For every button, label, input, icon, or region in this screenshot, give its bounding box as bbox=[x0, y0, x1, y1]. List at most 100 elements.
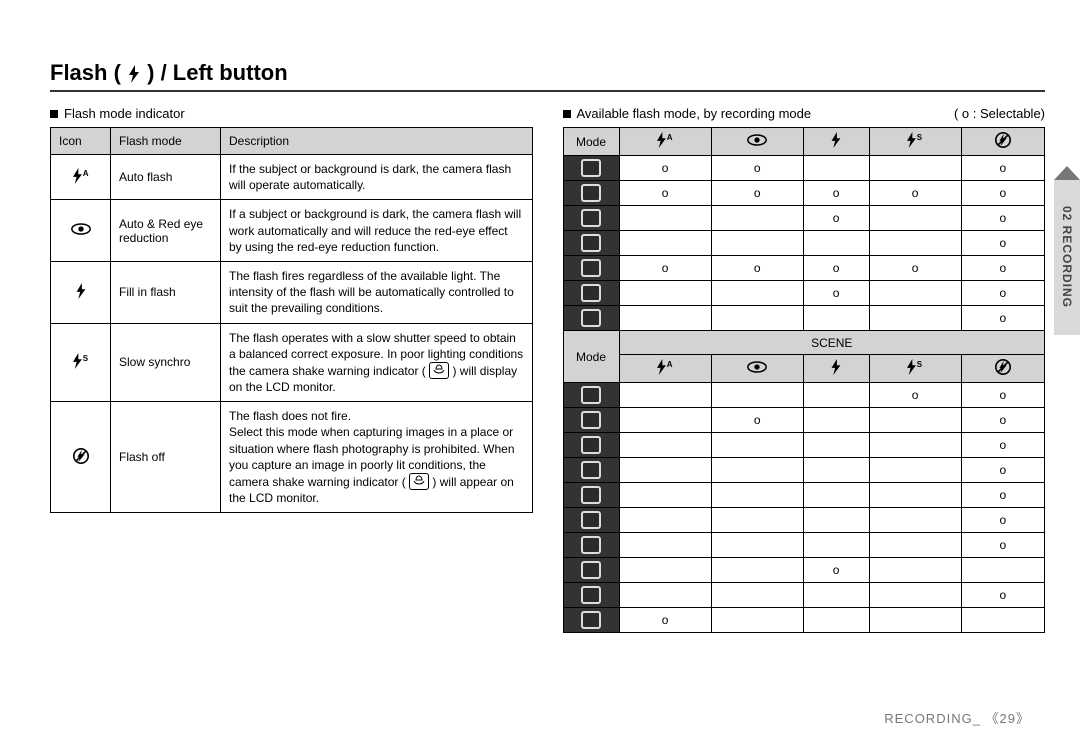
availability-cell: o bbox=[803, 181, 869, 206]
scene-header: SCENE bbox=[619, 331, 1045, 355]
availability-cell bbox=[711, 583, 803, 608]
availability-cell bbox=[619, 483, 711, 508]
available-flash-mode-section: Available flash mode, by recording mode … bbox=[563, 106, 1046, 637]
availability-cell bbox=[619, 533, 711, 558]
availability-cell: o bbox=[803, 558, 869, 583]
th-mode: Flash mode bbox=[111, 128, 221, 155]
mode-icon-cell bbox=[563, 583, 619, 608]
availability-cell bbox=[803, 231, 869, 256]
mode-header: Mode bbox=[563, 128, 619, 156]
camera-shake-icon bbox=[429, 362, 449, 379]
flash-mode-desc: If the subject or background is dark, th… bbox=[221, 155, 533, 200]
availability-cell bbox=[869, 156, 961, 181]
redeye-col-icon bbox=[711, 128, 803, 156]
mode-icon-cell bbox=[563, 156, 619, 181]
flash-col-icon bbox=[803, 128, 869, 156]
left-subtitle: Flash mode indicator bbox=[64, 106, 185, 121]
svg-text:A: A bbox=[667, 360, 673, 369]
mode-header: Mode bbox=[563, 331, 619, 383]
flash-icon bbox=[127, 65, 141, 83]
availability-cell bbox=[711, 206, 803, 231]
mode-icon-cell bbox=[563, 256, 619, 281]
mode-icon-cell bbox=[563, 231, 619, 256]
availability-cell: o bbox=[961, 281, 1044, 306]
availability-cell bbox=[803, 383, 869, 408]
mode-icon-cell bbox=[563, 408, 619, 433]
availability-cell: o bbox=[619, 608, 711, 633]
availability-cell bbox=[869, 458, 961, 483]
mode-icon-cell bbox=[563, 483, 619, 508]
availability-cell: o bbox=[961, 408, 1044, 433]
availability-cell bbox=[803, 608, 869, 633]
availability-cell: o bbox=[961, 181, 1044, 206]
mode-icon-cell bbox=[563, 508, 619, 533]
availability-cell: o bbox=[803, 256, 869, 281]
availability-cell bbox=[619, 433, 711, 458]
availability-cell bbox=[619, 281, 711, 306]
flash-mode-name: Auto & Red eye reduction bbox=[111, 200, 221, 262]
availability-cell: o bbox=[961, 206, 1044, 231]
redeye-col-icon bbox=[711, 355, 803, 383]
availability-cell bbox=[869, 231, 961, 256]
availability-cell bbox=[869, 206, 961, 231]
section-tab: 02 RECORDING bbox=[1054, 180, 1080, 335]
availability-cell: o bbox=[961, 533, 1044, 558]
availability-cell: o bbox=[961, 383, 1044, 408]
availability-cell bbox=[869, 281, 961, 306]
availability-cell: o bbox=[961, 483, 1044, 508]
svg-text:A: A bbox=[82, 169, 88, 178]
availability-cell bbox=[711, 483, 803, 508]
availability-cell bbox=[803, 508, 869, 533]
flash-mode-desc: If a subject or background is dark, the … bbox=[221, 200, 533, 262]
availability-cell bbox=[711, 306, 803, 331]
flash-mode-desc: The flash operates with a slow shutter s… bbox=[221, 323, 533, 402]
flash-mode-name: Auto flash bbox=[111, 155, 221, 200]
flash-mode-desc: The flash fires regardless of the availa… bbox=[221, 261, 533, 323]
mode-icon-cell bbox=[563, 181, 619, 206]
availability-cell: o bbox=[711, 181, 803, 206]
mode-icon-cell bbox=[563, 433, 619, 458]
flash-off-col-icon bbox=[961, 128, 1044, 156]
mode-icon-cell bbox=[563, 281, 619, 306]
availability-cell bbox=[869, 483, 961, 508]
flash-mode-name: Slow synchro bbox=[111, 323, 221, 402]
flash-mode-name: Flash off bbox=[111, 402, 221, 513]
availability-cell bbox=[711, 558, 803, 583]
availability-table-top: Mode AS ooooooooooooooooooo Mode SCENE A… bbox=[563, 127, 1046, 633]
availability-cell bbox=[869, 508, 961, 533]
availability-cell bbox=[619, 583, 711, 608]
availability-cell bbox=[803, 156, 869, 181]
mode-icon-cell bbox=[563, 558, 619, 583]
availability-cell: o bbox=[961, 583, 1044, 608]
availability-cell: o bbox=[961, 231, 1044, 256]
availability-cell bbox=[619, 458, 711, 483]
flash-auto-icon: A bbox=[51, 155, 111, 200]
selectable-note: ( o : Selectable) bbox=[954, 106, 1045, 121]
flash-off-icon bbox=[51, 402, 111, 513]
availability-cell bbox=[711, 508, 803, 533]
flash-icon bbox=[51, 261, 111, 323]
availability-cell: o bbox=[961, 306, 1044, 331]
flash-mode-table: Icon Flash mode Description AAuto flashI… bbox=[50, 127, 533, 513]
availability-cell: o bbox=[961, 256, 1044, 281]
bullet-icon bbox=[563, 110, 571, 118]
svg-text:S: S bbox=[82, 354, 88, 363]
availability-cell bbox=[803, 433, 869, 458]
availability-cell: o bbox=[869, 256, 961, 281]
mode-icon-cell bbox=[563, 383, 619, 408]
mode-icon-cell bbox=[563, 206, 619, 231]
availability-cell: o bbox=[619, 256, 711, 281]
mode-icon-cell bbox=[563, 533, 619, 558]
availability-cell: o bbox=[711, 156, 803, 181]
flash-slow-col-icon: S bbox=[869, 355, 961, 383]
availability-cell: o bbox=[869, 181, 961, 206]
availability-cell bbox=[869, 608, 961, 633]
availability-cell: o bbox=[711, 256, 803, 281]
availability-cell bbox=[961, 558, 1044, 583]
availability-cell bbox=[711, 231, 803, 256]
redeye-icon bbox=[51, 200, 111, 262]
flash-col-icon bbox=[803, 355, 869, 383]
availability-cell bbox=[869, 408, 961, 433]
availability-cell bbox=[961, 608, 1044, 633]
availability-cell bbox=[711, 533, 803, 558]
